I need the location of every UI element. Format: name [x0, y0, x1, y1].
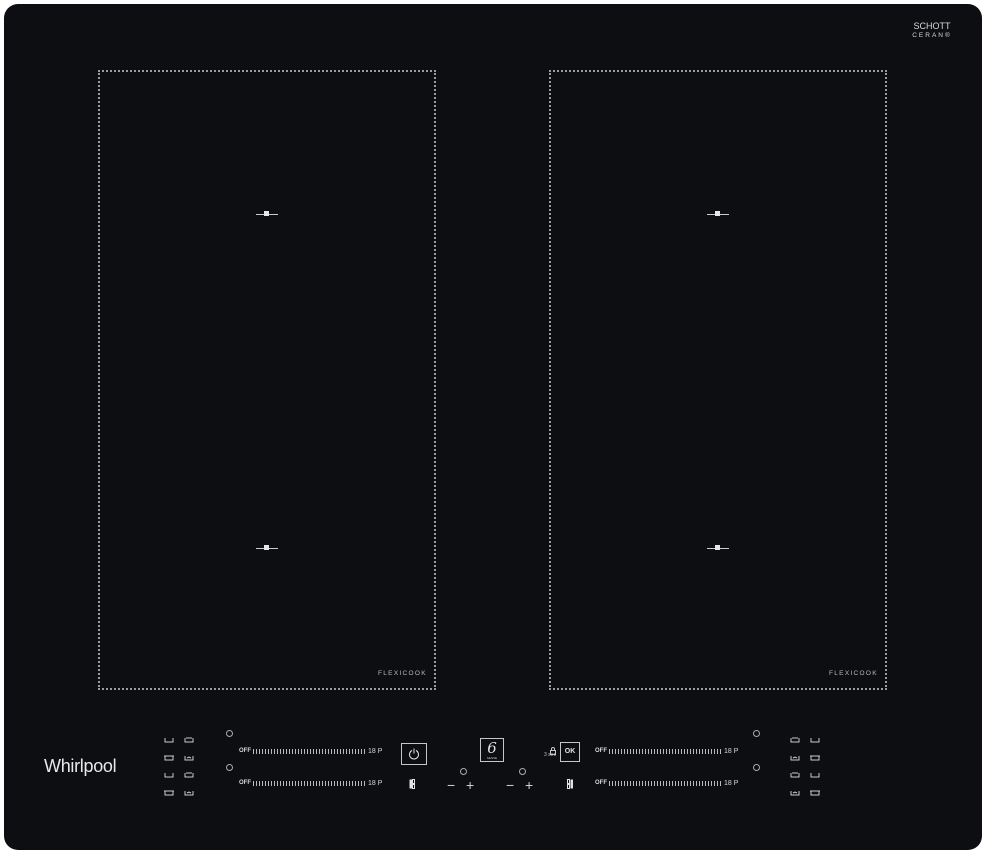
zone-center-marker: [256, 544, 278, 552]
zone-label: FLEXICOOK: [378, 670, 427, 677]
zone-center-marker: [256, 210, 278, 218]
boil-icon[interactable]: [184, 737, 194, 743]
slider-max-label: 18 P: [368, 779, 383, 787]
schott-text: SCHOTT: [913, 21, 951, 31]
simmer-icon[interactable]: [790, 755, 800, 761]
zone-label: FLEXICOOK: [829, 670, 878, 677]
slider-off-label: OFF: [595, 748, 607, 754]
slider-off-label: OFF: [239, 780, 251, 786]
ceran-text: CERAN®: [912, 32, 952, 39]
sixth-sense-icon: 6: [487, 739, 497, 757]
timer-plus-button[interactable]: +: [466, 778, 474, 792]
timer-minus-button[interactable]: −: [447, 778, 455, 792]
keep-warm-icon[interactable]: [164, 790, 174, 796]
cooking-zone-right[interactable]: FLEXICOOK: [549, 70, 887, 690]
slider-track[interactable]: [609, 780, 721, 786]
timer-icon: [519, 768, 526, 775]
zone-center-marker: [707, 210, 729, 218]
slider-off-label: OFF: [239, 748, 251, 754]
timer-icon[interactable]: [753, 764, 760, 771]
keep-warm-icon[interactable]: [810, 755, 820, 761]
power-button[interactable]: [401, 743, 427, 765]
melt-icon[interactable]: [164, 737, 174, 743]
ok-label: OK: [564, 748, 576, 755]
zone-link-icon[interactable]: [567, 776, 573, 789]
slider-max-label: 18 P: [724, 747, 739, 755]
whirlpool-logo: Whirlpool: [44, 756, 117, 776]
slider-max-label: 18 P: [724, 779, 739, 787]
keep-warm-icon[interactable]: [164, 755, 174, 761]
simmer-icon[interactable]: [790, 790, 800, 796]
lock-icon: [550, 742, 556, 755]
cooktop-glass: SCHOTT CERAN® FLEXICOOK FLEXICOOK Whirlp…: [4, 4, 982, 850]
melt-icon[interactable]: [810, 737, 820, 743]
slider-track[interactable]: [609, 748, 721, 754]
boil-icon[interactable]: [790, 737, 800, 743]
slider-track[interactable]: [253, 780, 365, 786]
ok-button[interactable]: OK: [560, 742, 580, 762]
power-slider-right-front[interactable]: OFF 18 P: [595, 746, 738, 756]
slider-off-label: OFF: [595, 780, 607, 786]
timer-plus-button[interactable]: +: [525, 778, 533, 792]
power-slider-left-front[interactable]: OFF 18 P: [239, 746, 382, 756]
boil-icon[interactable]: [790, 772, 800, 778]
sixth-sense-label: SENSE: [486, 756, 498, 760]
timer-icon[interactable]: [226, 730, 233, 737]
slider-track[interactable]: [253, 748, 365, 754]
schott-ceran-logo: SCHOTT CERAN®: [902, 22, 962, 40]
keep-warm-icon[interactable]: [810, 790, 820, 796]
timer-minus-button[interactable]: −: [506, 778, 514, 792]
boil-icon[interactable]: [184, 772, 194, 778]
melt-icon[interactable]: [810, 772, 820, 778]
cooking-zone-left[interactable]: FLEXICOOK: [98, 70, 436, 690]
simmer-icon[interactable]: [184, 790, 194, 796]
timer-icon[interactable]: [753, 730, 760, 737]
zone-center-marker: [707, 544, 729, 552]
timer-icon: [460, 768, 467, 775]
zone-link-icon[interactable]: [409, 776, 415, 789]
simmer-icon[interactable]: [184, 755, 194, 761]
power-slider-right-rear[interactable]: OFF 18 P: [595, 778, 738, 788]
timer-icon[interactable]: [226, 764, 233, 771]
slider-max-label: 18 P: [368, 747, 383, 755]
power-slider-left-rear[interactable]: OFF 18 P: [239, 778, 382, 788]
sixth-sense-button[interactable]: 6 SENSE: [480, 738, 504, 762]
power-icon: [409, 748, 419, 760]
melt-icon[interactable]: [164, 772, 174, 778]
